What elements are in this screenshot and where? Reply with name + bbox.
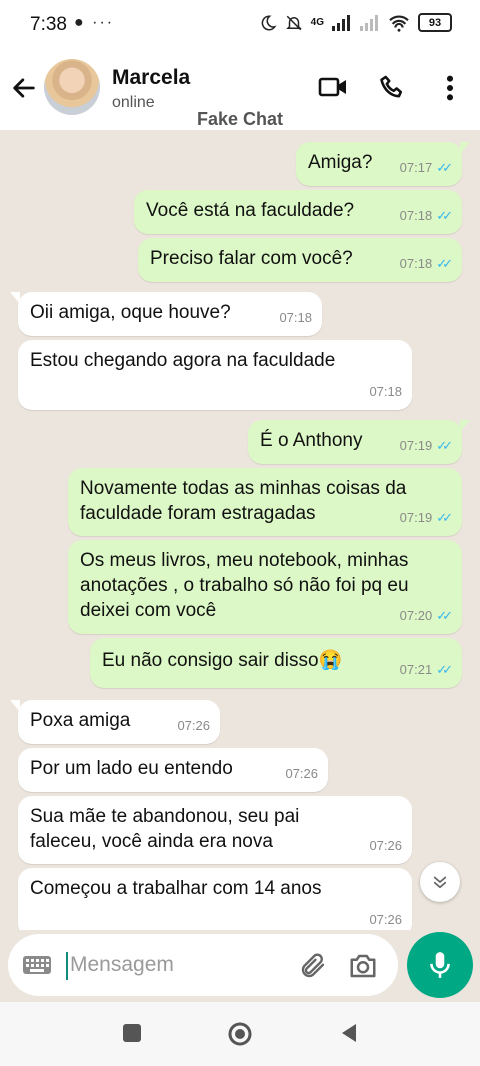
wifi-icon [389, 15, 409, 32]
read-ticks-icon: ✓✓ [436, 608, 453, 623]
message-time: 07:26 [369, 838, 402, 853]
read-ticks-icon: ✓✓ [436, 256, 453, 271]
message-meta: 07:17 ✓✓ [399, 155, 453, 180]
back-arrow-icon[interactable] [10, 74, 38, 102]
message-meta: 07:21 ✓✓ [399, 657, 453, 682]
message-text: Eu não consigo sair disso😭 [102, 650, 343, 671]
status-time: 7:38 [30, 14, 67, 35]
dnd-moon-icon [261, 14, 277, 30]
message-meta: 07:19 ✓✓ [399, 433, 453, 458]
message-meta: 07:20 ✓✓ [399, 603, 453, 628]
message-text: Oii amiga, oque houve? [30, 302, 231, 323]
message-bubble[interactable]: Você está na faculdade? 07:18 ✓✓ [134, 190, 462, 234]
mic-button[interactable] [407, 932, 473, 998]
video-call-icon[interactable] [318, 74, 348, 100]
message-meta: 07:26 [285, 761, 318, 786]
message-meta: 07:26 [177, 713, 210, 738]
message-bubble[interactable]: Por um lado eu entendo 07:26 [18, 748, 328, 792]
signal-2-icon [360, 14, 378, 31]
message-time: 07:21 [399, 662, 433, 677]
read-ticks-icon: ✓✓ [436, 662, 453, 677]
message-bubble[interactable]: Poxa amiga 07:26 [10, 700, 220, 744]
mic-icon [430, 952, 450, 978]
message-text: Estou chegando agora na faculdade [30, 350, 336, 371]
message-time: 07:19 [399, 510, 433, 525]
message-bubble[interactable]: Novamente todas as minhas coisas da facu… [68, 468, 462, 536]
message-time: 07:20 [399, 608, 433, 623]
text-cursor [66, 952, 68, 980]
message-text: Novamente todas as minhas coisas da facu… [80, 478, 407, 524]
system-nav-bar [0, 1002, 480, 1066]
message-meta: 07:26 [369, 833, 402, 858]
contact-name[interactable]: Marcela [112, 66, 190, 90]
input-placeholder: Mensagem [70, 953, 174, 976]
message-time: 07:26 [285, 766, 318, 781]
message-time: 07:26 [369, 912, 402, 927]
status-bar: 7:38 ● ··· 4G 93 [0, 0, 480, 52]
message-bubble[interactable]: Preciso falar com você? 07:18 ✓✓ [138, 238, 462, 282]
message-bubble[interactable]: É o Anthony 07:19 ✓✓ [248, 420, 470, 464]
battery-level: 93 [428, 16, 442, 29]
message-text: Os meus livros, meu notebook, minhas ano… [80, 550, 409, 621]
message-text: Sua mãe te abandonou, seu pai faleceu, v… [30, 806, 300, 852]
keyboard-icon[interactable] [22, 953, 52, 977]
attach-icon[interactable] [298, 951, 328, 981]
network-type: 4G [310, 17, 324, 28]
more-vert-icon[interactable] [442, 74, 458, 102]
message-input[interactable]: Mensagem [8, 934, 398, 996]
notification-icons: ● ··· [74, 14, 115, 31]
message-meta: 07:18 [279, 305, 312, 330]
message-time: 07:26 [177, 718, 210, 733]
avatar[interactable] [44, 59, 100, 115]
message-meta: 07:18 ✓✓ [399, 251, 453, 276]
message-bubble[interactable]: Os meus livros, meu notebook, minhas ano… [68, 540, 462, 634]
message-time: 07:19 [399, 438, 433, 453]
message-bubble[interactable]: Eu não consigo sair disso😭 07:21 ✓✓ [90, 638, 462, 688]
message-meta: 07:19 ✓✓ [399, 505, 453, 530]
message-bubble[interactable]: Estou chegando agora na faculdade 07:18 [18, 340, 412, 410]
read-ticks-icon: ✓✓ [436, 438, 453, 453]
message-time: 07:18 [399, 208, 433, 223]
phone-icon[interactable] [378, 74, 406, 102]
message-text: Começou a trabalhar com 14 anos [30, 878, 322, 899]
message-bubble[interactable]: Sua mãe te abandonou, seu pai faleceu, v… [18, 796, 412, 864]
read-ticks-icon: ✓✓ [436, 510, 453, 525]
chat-area: Amiga? 07:17 ✓✓ Você está na faculdade? 0… [0, 130, 480, 930]
scroll-to-bottom-button[interactable] [420, 862, 460, 902]
camera-icon[interactable] [348, 951, 378, 981]
message-meta: 07:18 [369, 379, 402, 404]
message-meta: 07:26 [369, 907, 402, 930]
status-right-icons: 4G 93 [259, 13, 452, 32]
message-time: 07:18 [279, 310, 312, 325]
back-icon[interactable] [338, 1022, 360, 1044]
signal-icon [332, 14, 350, 31]
home-icon[interactable] [227, 1021, 253, 1047]
message-time: 07:17 [399, 160, 433, 175]
message-bubble[interactable]: Amiga? 07:17 ✓✓ [296, 142, 470, 186]
muted-bell-icon [285, 15, 302, 30]
double-chevron-down-icon [433, 876, 447, 889]
battery-icon: 93 [418, 13, 452, 32]
message-bubble[interactable]: Começou a trabalhar com 14 anos 07:26 [18, 868, 412, 930]
message-meta: 07:18 ✓✓ [399, 203, 453, 228]
message-bubble[interactable]: Oii amiga, oque houve? 07:18 [10, 292, 322, 336]
message-time: 07:18 [369, 384, 402, 399]
recent-apps-icon[interactable] [121, 1022, 143, 1044]
read-ticks-icon: ✓✓ [436, 208, 453, 223]
read-ticks-icon: ✓✓ [436, 160, 453, 175]
message-text: Por um lado eu entendo [30, 758, 233, 779]
message-time: 07:18 [399, 256, 433, 271]
watermark: Fake Chat [196, 109, 284, 129]
